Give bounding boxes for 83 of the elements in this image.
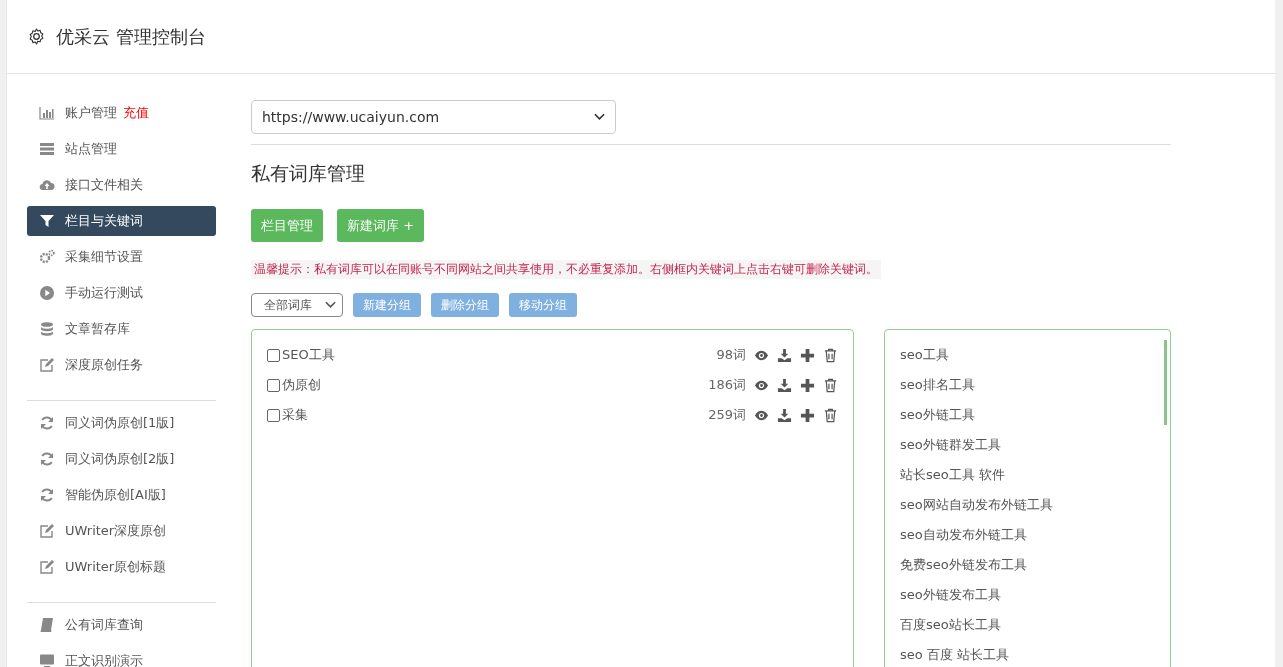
sidebar-label: UWriter原创标题 (65, 558, 167, 576)
sidebar-item[interactable]: 同义词伪原创[1版] (27, 408, 216, 438)
edit-icon (39, 559, 55, 575)
sidebar-label: 正文识别演示 (65, 652, 143, 667)
checkbox[interactable] (267, 408, 280, 422)
refresh-icon (39, 487, 55, 503)
sidebar-item[interactable]: 公有词库查询 (27, 610, 216, 640)
download-icon[interactable] (777, 407, 792, 423)
trash-icon[interactable] (823, 347, 838, 363)
recharge-link[interactable]: 充值 (123, 104, 149, 122)
keyword-item[interactable]: seo外链群发工具 (900, 430, 1053, 460)
library-name: 采集 (282, 406, 309, 424)
sidebar-item[interactable]: 接口文件相关 (27, 170, 216, 200)
sidebar-item[interactable]: UWriter原创标题 (27, 552, 216, 582)
download-icon[interactable] (777, 347, 792, 363)
keyword-item[interactable]: seo排名工具 (900, 370, 1053, 400)
server-icon (39, 141, 55, 157)
sidebar-label: 接口文件相关 (65, 176, 143, 194)
sidebar-label: 采集细节设置 (65, 248, 143, 266)
sidebar-label: 同义词伪原创[1版] (65, 414, 175, 432)
library-name: SEO工具 (282, 346, 336, 364)
keyword-item[interactable]: seo外链工具 (900, 400, 1053, 430)
tip-text: 温馨提示：私有词库可以在同账号不同网站之间共享使用，不必重复添加。右侧框内关键词上点击右键可删除关键词。 (251, 260, 881, 279)
word-count: 98词 (716, 346, 746, 364)
sidebar-item[interactable]: 账户管理 充值 (27, 98, 216, 128)
sidebar-item[interactable]: 栏目与关键词 (27, 206, 216, 236)
trash-icon[interactable] (823, 377, 838, 393)
site-select[interactable]: https://www.ucaiyun.com (251, 100, 616, 134)
database-icon (39, 321, 55, 337)
sidebar-item[interactable]: 深度原创任务 (27, 350, 216, 380)
keyword-item[interactable]: 百度seo站长工具 (900, 610, 1053, 640)
play-icon (39, 285, 55, 301)
plus-icon[interactable] (800, 347, 815, 363)
chevron-icon (325, 301, 336, 309)
sidebar-label: 公有词库查询 (65, 616, 143, 634)
keyword-item[interactable]: seo外链发布工具 (900, 580, 1053, 610)
refresh-icon (39, 415, 55, 431)
library-name: 伪原创 (282, 376, 322, 394)
cloud-upload-icon (39, 177, 55, 193)
keyword-item[interactable]: seo网站自动发布外链工具 (900, 490, 1053, 520)
sidebar-label: 文章暂存库 (65, 320, 130, 338)
sidebar-item[interactable]: 智能伪原创[AI版] (27, 480, 216, 510)
sidebar-label: 智能伪原创[AI版] (65, 486, 166, 504)
edit-icon (39, 523, 55, 539)
bar-chart-icon (39, 105, 55, 121)
sidebar-label: UWriter深度原创 (65, 522, 167, 540)
keyword-item[interactable]: 免费seo外链发布工具 (900, 550, 1053, 580)
keyword-item[interactable]: seo工具 (900, 340, 1053, 370)
settings-icon (27, 27, 46, 46)
sidebar-label: 手动运行测试 (65, 284, 143, 302)
keyword-item[interactable]: 站长seo工具 软件 (900, 460, 1053, 490)
checkbox[interactable] (267, 348, 280, 362)
sidebar-label: 账户管理 (65, 104, 117, 122)
filter-icon (39, 213, 55, 229)
sidebar-item[interactable]: 采集细节设置 (27, 242, 216, 272)
plus-icon[interactable] (800, 377, 815, 393)
sidebar-item[interactable]: UWriter深度原创 (27, 516, 216, 546)
library-filter-select[interactable]: 全部词库 (251, 293, 343, 317)
edit-icon (39, 357, 55, 373)
chevron-icon (594, 113, 605, 121)
keyword-item[interactable]: seo自动发布外链工具 (900, 520, 1053, 550)
scrollbar[interactable] (1164, 340, 1167, 425)
word-count: 186词 (708, 376, 746, 394)
section-heading: 私有词库管理 (251, 161, 366, 186)
checkbox[interactable] (267, 378, 280, 392)
sidebar-item[interactable]: 正文识别演示 (27, 646, 216, 667)
keyword-item[interactable]: seo 百度 站长工具 (900, 640, 1053, 667)
sidebar-item[interactable]: 文章暂存库 (27, 314, 216, 344)
download-icon[interactable] (777, 377, 792, 393)
sidebar-item[interactable]: 手动运行测试 (27, 278, 216, 308)
sidebar-item[interactable]: 站点管理 (27, 134, 216, 164)
page-title: 优采云 管理控制台 (56, 24, 206, 49)
word-count: 259词 (708, 406, 746, 424)
sidebar-label: 同义词伪原创[2版] (65, 450, 175, 468)
refresh-icon (39, 451, 55, 467)
plus-icon[interactable] (800, 407, 815, 423)
sidebar-label: 深度原创任务 (65, 356, 143, 374)
book-icon (39, 617, 55, 633)
monitor-icon (39, 653, 55, 667)
sidebar-label: 站点管理 (65, 140, 117, 158)
sidebar-label: 栏目与关键词 (65, 212, 143, 230)
sidebar-item[interactable]: 同义词伪原创[2版] (27, 444, 216, 474)
trash-icon[interactable] (823, 407, 838, 423)
